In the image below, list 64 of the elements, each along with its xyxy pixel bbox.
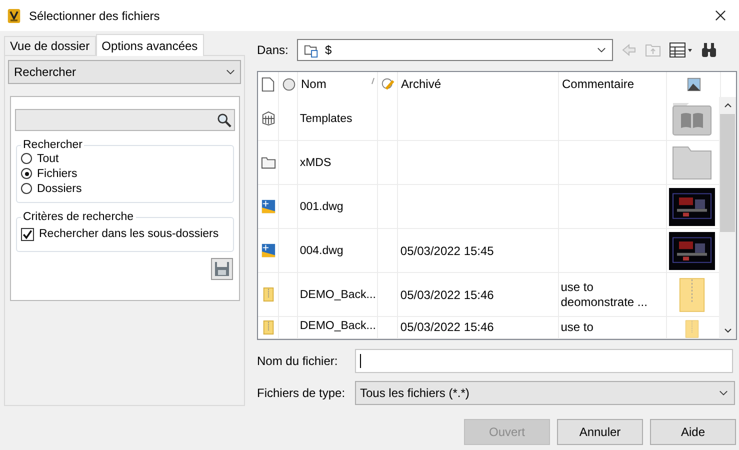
comment-text: use to [560, 320, 594, 335]
file-name[interactable]: 001.dwg [300, 200, 344, 212]
dialog-button[interactable]: Annuler [557, 419, 643, 445]
file-name[interactable]: xMDS [300, 156, 332, 168]
radio-button[interactable] [21, 168, 32, 179]
image-icon [687, 77, 701, 92]
comment-text: use to deomonstrate ... [560, 280, 648, 310]
chevron-icon [226, 69, 235, 75]
book-folder-icon [672, 102, 712, 136]
binoculars-icon[interactable] [701, 42, 717, 58]
group-title: Rechercher [22, 139, 84, 151]
search-icon[interactable] [217, 112, 232, 128]
drawing-file-icon [261, 199, 276, 214]
zip-folder-icon [679, 276, 706, 314]
radio-button[interactable] [21, 183, 32, 194]
search-field[interactable] [15, 109, 235, 131]
close-icon[interactable] [715, 10, 726, 21]
column-header[interactable]: Commentaire [562, 77, 634, 91]
group-title: Critères de recherche [22, 211, 135, 223]
location-dropdown[interactable]: $ [297, 39, 613, 61]
save-icon[interactable] [211, 258, 233, 280]
file-name-field[interactable] [355, 349, 733, 373]
scrollbar[interactable] [719, 97, 736, 339]
pencil-icon [381, 77, 395, 92]
field-label: Fichiers de type: [257, 386, 346, 400]
mode-dropdown[interactable]: Rechercher [8, 60, 241, 84]
scroll-down-icon[interactable] [724, 328, 732, 333]
radio-label: Fichiers [37, 168, 78, 180]
file-name[interactable]: 004.dwg [300, 244, 344, 256]
folder-icon [261, 155, 276, 170]
column-header[interactable]: Archivé [401, 77, 442, 91]
archived-date: 05/03/2022 15:46 [400, 288, 494, 302]
file-name[interactable]: DEMO_Back... [300, 288, 376, 300]
scroll-up-icon[interactable] [724, 103, 732, 108]
status-circle-icon [282, 77, 296, 92]
chevron-icon [719, 390, 728, 396]
zip-file-icon [261, 320, 276, 335]
radio-button[interactable] [21, 153, 32, 164]
folder-icon [672, 146, 712, 180]
checkbox[interactable] [21, 228, 34, 240]
file-name[interactable]: Templates [300, 112, 352, 124]
drawing-file-icon [261, 243, 276, 258]
tab[interactable]: Vue de dossier [4, 36, 96, 55]
tab[interactable]: Options avancées [96, 34, 204, 56]
radio-label: Tout [37, 152, 59, 164]
archived-date: 05/03/2022 15:45 [400, 244, 494, 258]
vault-folder-icon [304, 42, 319, 58]
zip-file-icon [261, 287, 276, 302]
sort-icon [371, 77, 375, 85]
chevron-icon [597, 47, 606, 53]
checkbox-label: Rechercher dans les sous-dossiers [39, 228, 219, 240]
file-type-dropdown[interactable]: Tous les fichiers (*.*) [355, 381, 735, 405]
field-label: Nom du fichier: [257, 354, 339, 368]
file-icon [261, 77, 275, 92]
window-title: Sélectionner des fichiers [29, 8, 161, 22]
radio-label: Dossiers [37, 182, 82, 194]
location-label: Dans: [257, 43, 290, 57]
app-logo-icon [7, 8, 21, 24]
dialog-button[interactable]: Aide [650, 419, 736, 445]
archived-date: 05/03/2022 15:46 [400, 320, 494, 334]
column-header[interactable]: Nom [301, 77, 326, 91]
library-icon [261, 111, 276, 126]
file-name[interactable]: DEMO_Back... [300, 320, 376, 332]
view-menu-icon[interactable] [669, 42, 693, 58]
